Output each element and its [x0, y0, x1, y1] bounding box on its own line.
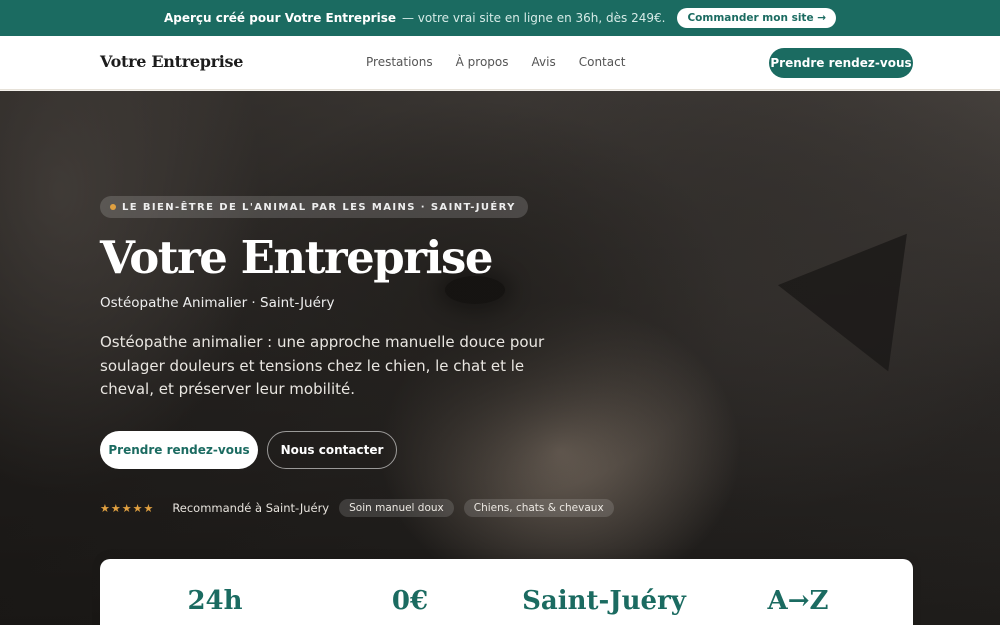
stat-price: 0€: [391, 586, 429, 616]
nav-link-contact[interactable]: Contact: [579, 55, 626, 69]
stat-a-to-z: A→Z: [767, 586, 829, 616]
hero-subtitle: Ostéopathe Animalier · Saint-Juéry: [100, 295, 335, 311]
hero-section: LE BIEN-ÊTRE DE L'ANIMAL PAR LES MAINS ·…: [0, 91, 1000, 625]
nav-link-prestations[interactable]: Prestations: [366, 55, 433, 69]
stat-delay: 24h: [187, 586, 243, 616]
nav-book-appointment-button[interactable]: Prendre rendez-vous: [769, 48, 913, 78]
tag-soin-manuel: Soin manuel doux: [339, 499, 454, 517]
hero-description: Ostéopathe animalier : une approche manu…: [100, 333, 545, 398]
book-appointment-button[interactable]: Prendre rendez-vous: [100, 431, 258, 469]
hero-title: Votre Entreprise: [100, 231, 493, 284]
contact-us-button[interactable]: Nous contacter: [267, 431, 397, 469]
hero-eyebrow: LE BIEN-ÊTRE DE L'ANIMAL PAR LES MAINS ·…: [100, 196, 528, 218]
eyebrow-dot-icon: [110, 204, 116, 210]
brand-logo[interactable]: Votre Entreprise: [100, 52, 243, 71]
top-navigation: Votre Entreprise Prestations À propos Av…: [0, 36, 1000, 90]
promo-banner: Aperçu créé pour Votre Entreprise — votr…: [0, 0, 1000, 36]
promo-text: — votre vrai site en ligne en 36h, dès 2…: [401, 11, 666, 25]
rating-stars-icon: ★★★★★: [100, 501, 155, 515]
nav-link-avis[interactable]: Avis: [532, 55, 556, 69]
eyebrow-text: LE BIEN-ÊTRE DE L'ANIMAL PAR LES MAINS ·…: [122, 201, 516, 213]
stat-location: Saint-Juéry: [522, 586, 686, 616]
recommendation-text: Recommandé à Saint-Juéry: [172, 501, 330, 515]
order-site-button[interactable]: Commander mon site →: [677, 8, 837, 28]
stats-card: 24h 0€ Saint-Juéry A→Z: [100, 559, 913, 625]
trust-row: ★★★★★ Recommandé à Saint-Juéry Soin manu…: [100, 499, 614, 517]
promo-bold-text: Aperçu créé pour Votre Entreprise: [163, 11, 396, 25]
nav-links: Prestations À propos Avis Contact: [366, 55, 625, 69]
tag-animals: Chiens, chats & chevaux: [463, 499, 614, 517]
nav-link-a-propos[interactable]: À propos: [456, 55, 509, 69]
